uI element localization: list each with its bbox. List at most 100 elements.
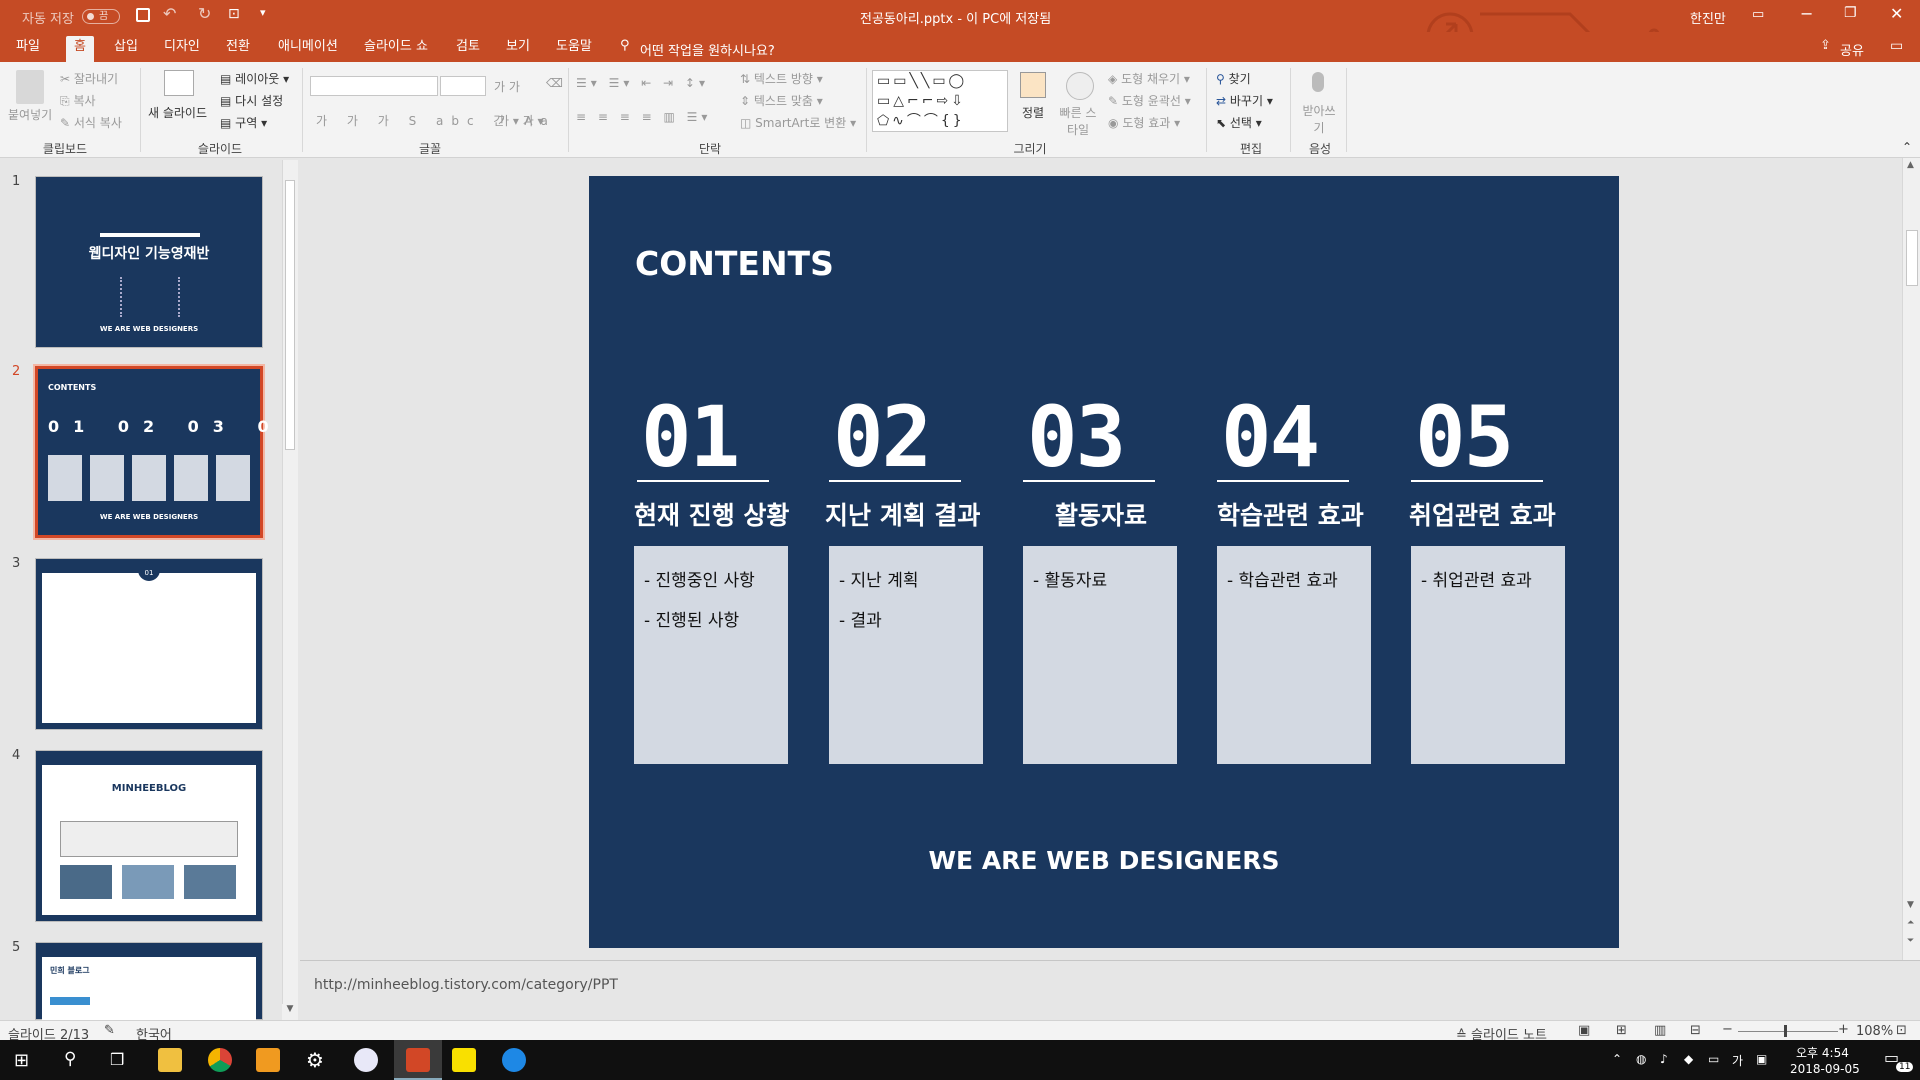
slideshow-view-icon[interactable]: ⊟ — [1690, 1023, 1701, 1038]
maximize-icon[interactable]: ❐ — [1844, 5, 1857, 21]
reset-button[interactable]: ▤ 다시 설정 — [220, 92, 283, 109]
grow-font-icon[interactable]: 가 가 — [494, 78, 520, 95]
reading-view-icon[interactable]: ▥ — [1654, 1023, 1666, 1038]
column-number[interactable]: 02 — [833, 388, 932, 486]
thumb-scroll-down-icon[interactable]: ▼ — [282, 1004, 298, 1020]
scroll-down-icon[interactable]: ▼ — [1907, 900, 1914, 910]
powerpoint-task[interactable] — [394, 1040, 442, 1080]
zoom-slider-handle[interactable] — [1784, 1025, 1787, 1037]
section-button[interactable]: ▤ 구역 ▾ — [220, 114, 267, 131]
zoom-out-icon[interactable]: − — [1722, 1022, 1733, 1037]
shape-fill-button[interactable]: ◈ 도형 채우기 ▾ — [1108, 70, 1190, 87]
text-direction-button[interactable]: ⇅ 텍스트 방향 ▾ — [740, 70, 823, 87]
share-button[interactable]: 공유 — [1840, 40, 1864, 59]
new-slide-icon[interactable] — [164, 70, 194, 96]
settings-icon[interactable]: ⚙ — [306, 1048, 324, 1072]
user-name[interactable]: 한진만 — [1690, 8, 1726, 27]
shape-effects-button[interactable]: ◉ 도형 효과 ▾ — [1108, 114, 1180, 131]
column-box[interactable]: - 학습관련 효과 — [1217, 546, 1371, 764]
scroll-thumb[interactable] — [285, 180, 295, 450]
ime-mode-icon[interactable]: ▣ — [1756, 1052, 1767, 1066]
new-slide-button[interactable]: 새 슬라이드 — [148, 104, 207, 121]
dropbox-icon[interactable]: ◆ — [1684, 1052, 1693, 1066]
format-painter-button[interactable]: ✎ 서식 복사 — [60, 114, 122, 131]
select-button[interactable]: ⬉ 선택 ▾ — [1216, 114, 1262, 131]
clear-format-icon[interactable]: ⌫ — [546, 76, 563, 90]
scroll-thumb[interactable] — [1906, 230, 1918, 286]
thumbnail-slide-3[interactable]: 01 — [35, 558, 263, 730]
redo-icon[interactable]: ↻ — [198, 4, 211, 23]
arrange-button[interactable]: 정렬 — [1022, 104, 1044, 121]
thumbnail-slide-2[interactable]: CONTENTS 01 02 03 04 05 WE ARE WEB DESIG… — [33, 364, 364, 540]
column-box[interactable]: - 지난 계획 - 결과 — [829, 546, 983, 764]
paste-icon[interactable] — [16, 70, 44, 104]
zoom-slider[interactable] — [1738, 1031, 1838, 1032]
ribbon-display-icon[interactable]: ▭ — [1752, 7, 1764, 22]
font-size-dropdown[interactable] — [440, 76, 486, 96]
battery-icon[interactable]: ▭ — [1708, 1052, 1719, 1066]
arrange-icon[interactable] — [1020, 72, 1046, 98]
column-number[interactable]: 01 — [641, 388, 740, 486]
quick-styles-icon[interactable] — [1066, 72, 1094, 100]
thumbnail-slide-1[interactable]: 웹디자인 기능영재반 WE ARE WEB DESIGNERS — [35, 176, 263, 348]
task-view-icon[interactable]: ❒ — [110, 1050, 124, 1069]
paste-button[interactable]: 붙여넣기 — [8, 106, 52, 123]
ime-indicator[interactable]: 가 — [1732, 1052, 1743, 1069]
thumbnail-slide-4[interactable]: MINHEEBLOG — [35, 750, 263, 922]
column-box[interactable]: - 활동자료 — [1023, 546, 1177, 764]
next-slide-icon[interactable]: ⏷ — [1907, 936, 1914, 946]
clock-date[interactable]: 2018-09-05 — [1790, 1062, 1860, 1076]
tab-animations[interactable]: 애니메이션 — [270, 38, 346, 62]
column-title[interactable]: 활동자료 — [1055, 496, 1147, 532]
undo-icon[interactable]: ↶ — [163, 4, 176, 23]
quick-styles-button[interactable]: 빠른 스타일 — [1058, 104, 1098, 138]
tab-review[interactable]: 검토 — [448, 38, 488, 62]
search-icon[interactable]: ⚲ — [64, 1049, 76, 1069]
column-box[interactable]: - 취업관련 효과 — [1411, 546, 1565, 764]
font-color-icon[interactable]: 가 ▾ 가 ▾ — [498, 112, 544, 129]
customize-qat-icon[interactable]: ▾ — [260, 6, 266, 19]
align-text-button[interactable]: ⇕ 텍스트 맞춤 ▾ — [740, 92, 823, 109]
clock-time[interactable]: 오후 4:54 — [1796, 1044, 1849, 1061]
tab-transitions[interactable]: 전환 — [218, 38, 258, 62]
close-icon[interactable]: ✕ — [1890, 4, 1903, 23]
comments-icon[interactable]: ▭ — [1890, 38, 1903, 54]
notes-pane[interactable]: http://minheeblog.tistory.com/category/P… — [300, 960, 1920, 1020]
minimize-icon[interactable]: − — [1800, 4, 1813, 23]
tab-insert[interactable]: 삽입 — [106, 38, 146, 62]
column-number[interactable]: 05 — [1415, 388, 1514, 486]
slide-footer[interactable]: WE ARE WEB DESIGNERS — [589, 846, 1619, 875]
smartart-button[interactable]: ◫ SmartArt로 변환 ▾ — [740, 114, 856, 131]
tab-file[interactable]: 파일 — [8, 38, 48, 62]
slide-scrollbar[interactable]: ▲ ▼ ⏶ ⏷ — [1902, 158, 1920, 960]
kakaotalk-icon[interactable] — [452, 1048, 476, 1072]
column-title[interactable]: 지난 계획 결과 — [825, 496, 980, 532]
column-box[interactable]: - 진행중인 사항 - 진행된 사항 — [634, 546, 788, 764]
slide-sorter-icon[interactable]: ⊞ — [1616, 1023, 1627, 1038]
start-slideshow-icon[interactable]: ⊡ — [228, 6, 240, 22]
tab-help[interactable]: 도움말 — [548, 38, 600, 62]
save-icon[interactable] — [136, 8, 150, 22]
zoom-level[interactable]: 108% — [1856, 1024, 1893, 1039]
chrome-icon[interactable] — [208, 1048, 232, 1072]
shape-outline-button[interactable]: ✎ 도형 윤곽선 ▾ — [1108, 92, 1191, 109]
column-number[interactable]: 04 — [1221, 388, 1320, 486]
align-icons[interactable]: ≡ ≡ ≡ ≡ ▥ ☰▾ — [576, 110, 711, 124]
collapse-ribbon-icon[interactable]: ⌃ — [1902, 140, 1912, 154]
tab-slideshow[interactable]: 슬라이드 쇼 — [356, 38, 436, 62]
slide-heading[interactable]: CONTENTS — [635, 244, 834, 283]
autosave-toggle[interactable]: 끔 — [82, 9, 120, 24]
replace-button[interactable]: ⇄ 바꾸기 ▾ — [1216, 92, 1273, 109]
scroll-up-icon[interactable]: ▲ — [1907, 160, 1914, 170]
shapes-gallery[interactable]: ▭▭╲╲▭◯ ▭△⌐⌐⇨⇩ ⬠∿⌒⌒{} — [872, 70, 1008, 132]
find-button[interactable]: ⚲ 찾기 — [1216, 70, 1251, 87]
notes-text[interactable]: http://minheeblog.tistory.com/category/P… — [314, 977, 618, 993]
tab-home[interactable]: 홈 — [66, 36, 94, 62]
cut-button[interactable]: ✂ 잘라내기 — [60, 70, 118, 87]
zoom-in-icon[interactable]: + — [1838, 1022, 1849, 1037]
itunes-icon[interactable] — [354, 1048, 378, 1072]
dictate-button[interactable]: 받아쓰기 — [1302, 102, 1336, 136]
fit-to-window-icon[interactable]: ⊡ — [1896, 1023, 1907, 1038]
previous-slide-icon[interactable]: ⏶ — [1907, 918, 1914, 928]
network-icon[interactable]: ◍ — [1636, 1052, 1646, 1066]
